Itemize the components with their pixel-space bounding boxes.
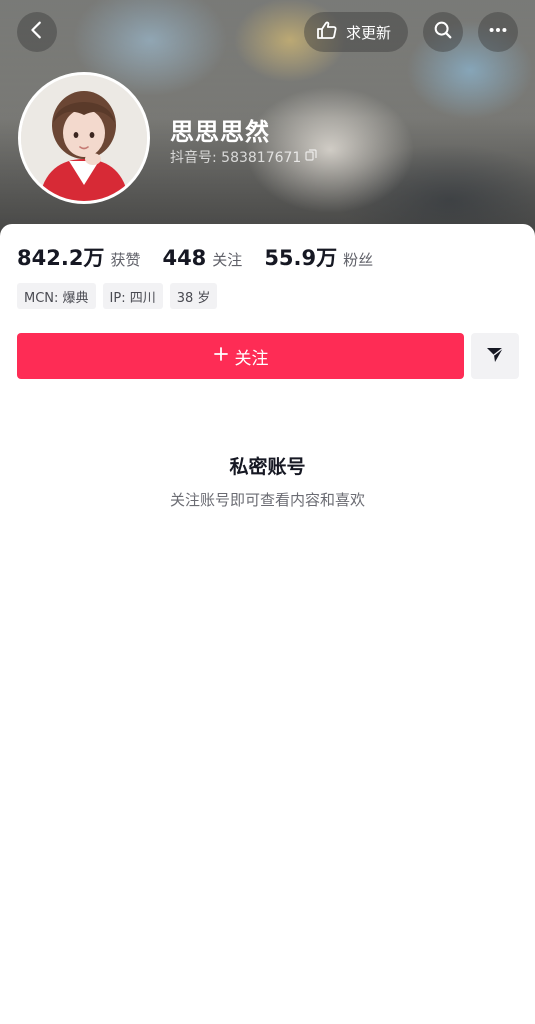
back-button[interactable] <box>17 12 57 52</box>
stat-label: 获赞 <box>110 251 141 269</box>
more-dots-icon <box>487 19 509 45</box>
stat-following[interactable]: 448 关注 <box>162 246 242 270</box>
copy-icon[interactable] <box>305 149 317 165</box>
profile-id-text: 抖音号: 583817671 <box>170 150 302 166</box>
search-icon <box>432 19 454 45</box>
chevron-left-icon <box>26 19 48 45</box>
profile-name: 思思思然 <box>170 118 270 146</box>
stats-row: 842.2万 获赞 448 关注 55.9万 粉丝 <box>17 242 395 272</box>
search-button[interactable] <box>423 12 463 52</box>
private-account-subtitle: 关注账号即可查看内容和喜欢 <box>169 491 365 509</box>
profile-id[interactable]: 抖音号: 583817671 <box>170 147 317 167</box>
stat-value: 842.2万 <box>17 246 105 270</box>
hand-point-icon <box>314 18 338 46</box>
request-update-label: 求更新 <box>346 23 392 42</box>
follow-button[interactable]: 关注 <box>17 333 464 379</box>
stat-value: 55.9万 <box>264 246 338 270</box>
tag-age: 38 岁 <box>169 283 218 309</box>
stat-value: 448 <box>162 246 207 270</box>
avatar-photo <box>21 75 147 201</box>
avatar[interactable] <box>18 72 150 204</box>
send-icon <box>485 344 505 368</box>
stat-label: 关注 <box>212 251 243 269</box>
request-update-button[interactable]: 求更新 <box>304 12 408 52</box>
stat-label: 粉丝 <box>343 251 374 269</box>
profile-tags: MCN: 爆典 IP: 四川 38 岁 <box>17 283 218 309</box>
tag-ip: IP: 四川 <box>102 283 163 309</box>
more-button[interactable] <box>478 12 518 52</box>
stat-followers[interactable]: 55.9万 粉丝 <box>264 242 373 272</box>
stat-likes[interactable]: 842.2万 获赞 <box>17 242 140 272</box>
follow-label: 关注 <box>234 348 269 369</box>
private-account-title: 私密账号 <box>229 456 306 478</box>
plus-icon <box>213 346 229 367</box>
share-button[interactable] <box>471 333 519 379</box>
tag-mcn: MCN: 爆典 <box>17 283 96 309</box>
